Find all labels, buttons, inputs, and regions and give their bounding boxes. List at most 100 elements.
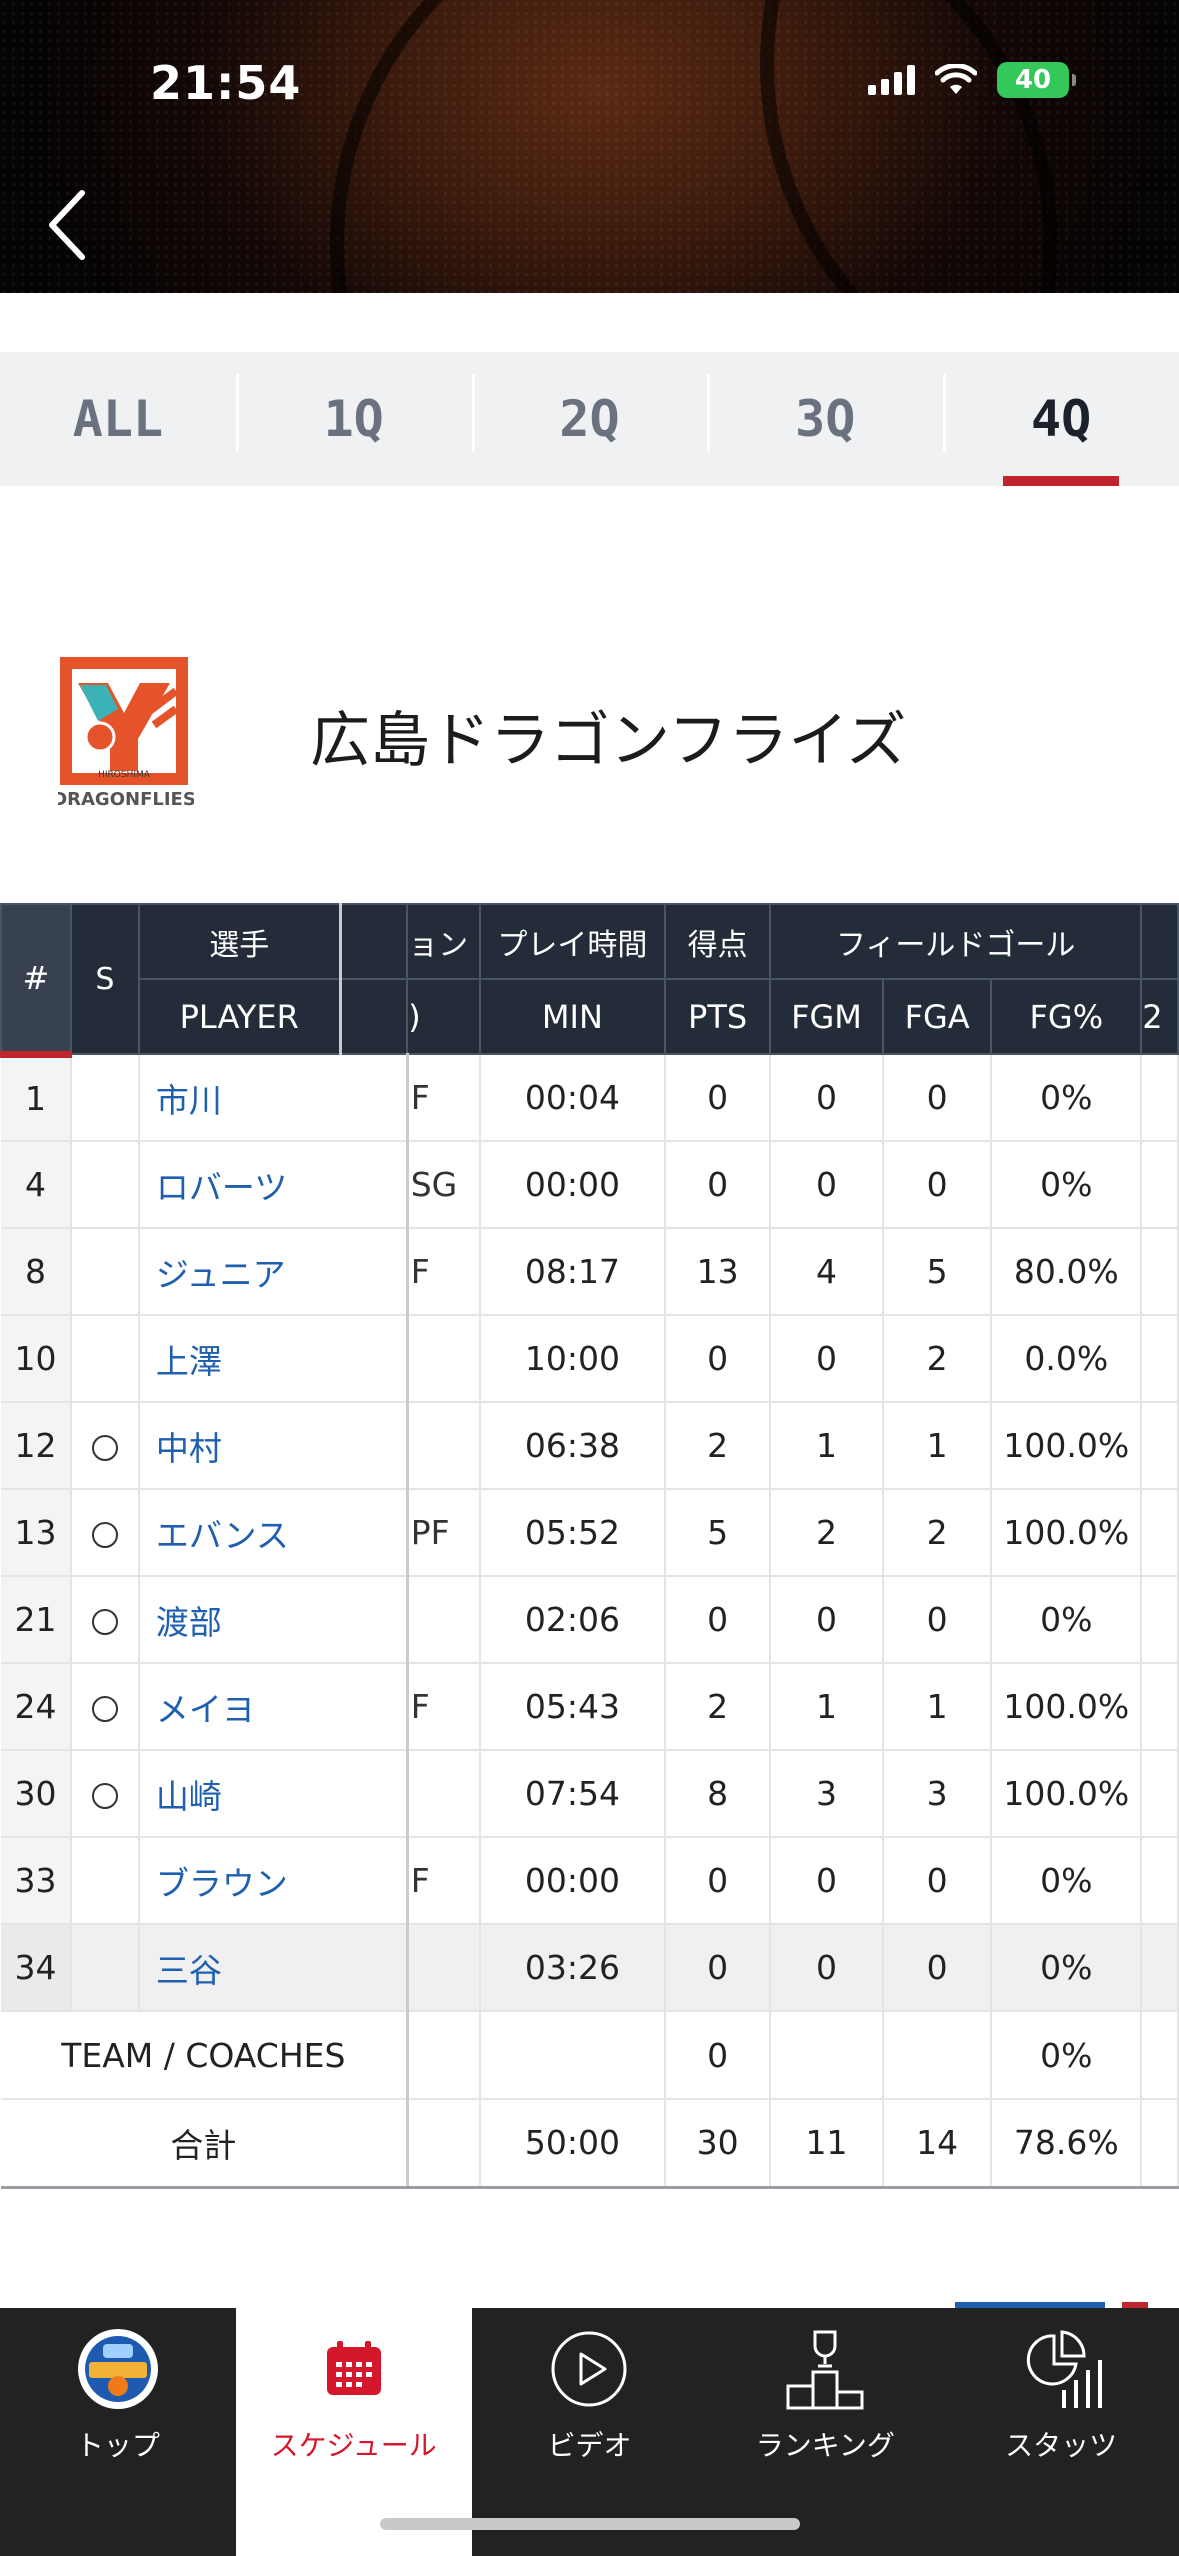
player-pts: 13: [665, 1228, 772, 1316]
player-fgpct: 0%: [991, 1141, 1143, 1229]
starter-circle-icon: [91, 1695, 118, 1722]
player-fgm: 4: [770, 1228, 884, 1316]
player-min: 00:04: [479, 1054, 667, 1142]
player-pts: 2: [665, 1402, 772, 1490]
player-name-link[interactable]: ジュニア: [138, 1228, 409, 1316]
col-min[interactable]: MIN: [478, 978, 667, 1055]
player-position: F: [407, 1837, 481, 1925]
status-time: 21:54: [150, 56, 302, 110]
player-number: 30: [1, 1750, 72, 1838]
player-fgm: 0: [770, 1837, 884, 1925]
player-position: [407, 1750, 481, 1838]
player-pts: 0: [665, 1576, 772, 1664]
table-row[interactable]: 1 市川 F 00:04 0 0 0 0%: [1, 1054, 1179, 1142]
back-chevron-icon[interactable]: [40, 185, 100, 265]
next-col: [1141, 1141, 1179, 1229]
player-fgm: 0: [770, 1315, 884, 1403]
team-pts: 0: [665, 2011, 772, 2100]
player-name-link[interactable]: ブラウン: [138, 1837, 409, 1925]
starter-cell: [70, 1402, 140, 1490]
table-row[interactable]: 4 ロバーツ SG 00:00 0 0 0 0%: [1, 1141, 1179, 1229]
table-row[interactable]: 10 上澤 10:00 0 0 2 0.0%: [1, 1315, 1179, 1403]
nav-label: スタッツ: [1005, 2429, 1118, 2462]
col-next: 2: [1140, 978, 1179, 1055]
team-min: [479, 2011, 667, 2100]
starter-cell: [70, 1141, 140, 1229]
player-name-link[interactable]: 三谷: [138, 1924, 409, 2012]
player-name-link[interactable]: 上澤: [138, 1315, 409, 1403]
nav-label: スケジュール: [270, 2429, 437, 2462]
table-row[interactable]: 12 中村 06:38 2 1 1 100.0%: [1, 1402, 1179, 1490]
player-name-link[interactable]: 山崎: [138, 1750, 409, 1838]
player-number: 33: [1, 1837, 72, 1925]
col-fga[interactable]: FGA: [881, 978, 993, 1055]
col-starter[interactable]: S: [69, 903, 140, 1055]
next-col: [1141, 1663, 1179, 1751]
tab-all[interactable]: ALL: [0, 352, 236, 486]
player-position: F: [407, 1228, 481, 1316]
box-score-table[interactable]: # S 選手 ョン プレイ時間 得点 フィールドゴール PLAYER ) MIN…: [0, 903, 1179, 2194]
player-position: PF: [407, 1489, 481, 1577]
tab-2q[interactable]: 2Q: [471, 352, 708, 486]
starter-cell: [70, 1315, 140, 1403]
table-row[interactable]: 34 三谷 03:26 0 0 0 0%: [1, 1924, 1179, 2012]
player-fgm: 2: [770, 1489, 884, 1577]
nav-stats[interactable]: スタッツ: [943, 2308, 1179, 2556]
team-fga: [882, 2011, 993, 2100]
col-number[interactable]: #: [0, 903, 72, 1058]
player-name-link[interactable]: 中村: [138, 1402, 409, 1490]
total-fgpct: 78.6%: [991, 2099, 1143, 2189]
table-row[interactable]: 24 メイヨ F 05:43 2 1 1 100.0%: [1, 1663, 1179, 1751]
next-col: [1141, 1750, 1179, 1838]
col-pts-jp[interactable]: 得点: [664, 903, 772, 980]
tab-4q[interactable]: 4Q: [943, 352, 1179, 486]
col-fgm[interactable]: FGM: [769, 978, 884, 1055]
col-fgpct[interactable]: FG%: [990, 978, 1143, 1055]
next-col: [1141, 1837, 1179, 1925]
player-position: [407, 1924, 481, 2012]
player-pts: 0: [665, 1315, 772, 1403]
next-col: [1141, 1489, 1179, 1577]
table-row[interactable]: 30 山崎 07:54 8 3 3 100.0%: [1, 1750, 1179, 1838]
player-position: [407, 1576, 481, 1664]
table-row[interactable]: 13 エバンス PF 05:52 5 2 2 100.0%: [1, 1489, 1179, 1577]
player-fgm: 3: [770, 1750, 884, 1838]
tab-1q[interactable]: 1Q: [235, 352, 472, 486]
player-name-link[interactable]: 市川: [138, 1054, 409, 1142]
player-name-link[interactable]: メイヨ: [138, 1663, 409, 1751]
player-min: 03:26: [479, 1924, 667, 2012]
col-position[interactable]: ): [406, 978, 481, 1055]
col-pts[interactable]: PTS: [664, 978, 772, 1055]
starter-cell: [70, 1054, 140, 1142]
player-fgpct: 100.0%: [991, 1489, 1143, 1577]
player-pts: 0: [665, 1837, 772, 1925]
col-position-jp[interactable]: ョン: [406, 903, 481, 980]
col-min-jp[interactable]: プレイ時間: [478, 903, 667, 980]
col-player-jp[interactable]: 選手: [137, 903, 342, 980]
player-pts: 8: [665, 1750, 772, 1838]
play-icon: [544, 2324, 634, 2414]
total-pos: [407, 2099, 481, 2189]
player-name-link[interactable]: 渡部: [138, 1576, 409, 1664]
tab-3q[interactable]: 3Q: [707, 352, 943, 486]
player-fga: 1: [882, 1402, 993, 1490]
stats-icon: [1016, 2324, 1106, 2414]
table-row[interactable]: 33 ブラウン F 00:00 0 0 0 0%: [1, 1837, 1179, 1925]
player-fgpct: 0%: [991, 1924, 1143, 2012]
player-fgpct: 0.0%: [991, 1315, 1143, 1403]
team-pos: [407, 2011, 481, 2100]
player-name-link[interactable]: ロバーツ: [138, 1141, 409, 1229]
basketball-seam: [760, 0, 1179, 293]
col-player[interactable]: PLAYER: [137, 978, 342, 1055]
nav-top[interactable]: トップ: [0, 2308, 236, 2556]
player-min: 07:54: [479, 1750, 667, 1838]
player-min: 05:43: [479, 1663, 667, 1751]
nav-label: ビデオ: [547, 2429, 632, 2462]
player-name-link[interactable]: エバンス: [138, 1489, 409, 1577]
next-col: [1141, 1576, 1179, 1664]
table-row[interactable]: 21 渡部 02:06 0 0 0 0%: [1, 1576, 1179, 1664]
team-name: 広島ドラゴンフライズ: [310, 705, 907, 776]
table-row[interactable]: 8 ジュニア F 08:17 13 4 5 80.0%: [1, 1228, 1179, 1316]
logo-text-hiroshima: HIROSHIMA: [98, 770, 151, 780]
player-position: [407, 1315, 481, 1403]
